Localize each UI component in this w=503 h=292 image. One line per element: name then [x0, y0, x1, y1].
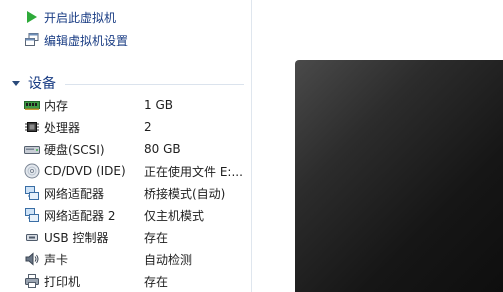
- device-value: 1 GB: [144, 98, 173, 112]
- section-divider: [65, 84, 244, 85]
- device-name: 网络适配器: [44, 186, 105, 201]
- device-name: 声卡: [44, 252, 69, 267]
- device-name: CD/DVD (IDE): [44, 164, 126, 178]
- device-name: USB 控制器: [44, 230, 109, 245]
- device-value: 桥接模式(自动): [144, 186, 226, 201]
- vm-screen-thumbnail[interactable]: [295, 60, 503, 292]
- usb-controller-icon: [24, 229, 40, 245]
- device-value: 存在: [144, 274, 169, 289]
- devices-section-header[interactable]: 设备: [12, 74, 244, 92]
- device-name: 网络适配器 2: [44, 208, 116, 223]
- device-value: 仅主机模式: [144, 208, 205, 223]
- collapse-arrow-icon: [12, 81, 20, 86]
- devices-section-title: 设备: [28, 76, 56, 92]
- device-row-sound-card[interactable]: 声卡 自动检测: [24, 248, 249, 270]
- vm-summary-panel: 开启此虚拟机 编辑虚拟机设置 设备 内存 1 GB 处理器 2 硬盘(SCSI)…: [0, 0, 252, 292]
- device-row-network-adapter-2[interactable]: 网络适配器 2 仅主机模式: [24, 204, 249, 226]
- device-row-memory[interactable]: 内存 1 GB: [24, 94, 249, 116]
- device-row-printer[interactable]: 打印机 存在: [24, 270, 249, 292]
- network-adapter-icon: [24, 207, 40, 223]
- device-value: 正在使用文件 E:...: [144, 164, 243, 179]
- device-row-processor[interactable]: 处理器 2: [24, 116, 249, 138]
- network-adapter-icon: [24, 185, 40, 201]
- processor-icon: [24, 119, 40, 135]
- device-name: 处理器: [44, 120, 81, 135]
- sound-card-icon: [24, 251, 40, 267]
- device-name: 打印机: [44, 274, 81, 289]
- vm-preview-panel: [252, 0, 503, 292]
- printer-icon: [24, 273, 40, 289]
- device-value: 2: [144, 120, 152, 134]
- memory-icon: [24, 97, 40, 113]
- hard-disk-icon: [24, 141, 40, 157]
- power-on-vm-link[interactable]: 开启此虚拟机: [25, 8, 116, 26]
- device-row-hard-disk[interactable]: 硬盘(SCSI) 80 GB: [24, 138, 249, 160]
- edit-vm-settings-link[interactable]: 编辑虚拟机设置: [25, 31, 128, 49]
- device-name: 内存: [44, 98, 69, 113]
- device-row-cd-dvd[interactable]: CD/DVD (IDE) 正在使用文件 E:...: [24, 160, 249, 182]
- device-value: 80 GB: [144, 142, 181, 156]
- play-icon: [25, 10, 39, 24]
- edit-vm-settings-label: 编辑虚拟机设置: [44, 33, 129, 48]
- edit-settings-icon: [25, 33, 39, 47]
- device-value: 存在: [144, 230, 169, 245]
- cd-dvd-icon: [24, 163, 40, 179]
- device-name: 硬盘(SCSI): [44, 142, 105, 157]
- device-value: 自动检测: [144, 252, 193, 267]
- device-row-network-adapter[interactable]: 网络适配器 桥接模式(自动): [24, 182, 249, 204]
- power-on-vm-label: 开启此虚拟机: [44, 10, 117, 25]
- device-row-usb-controller[interactable]: USB 控制器 存在: [24, 226, 249, 248]
